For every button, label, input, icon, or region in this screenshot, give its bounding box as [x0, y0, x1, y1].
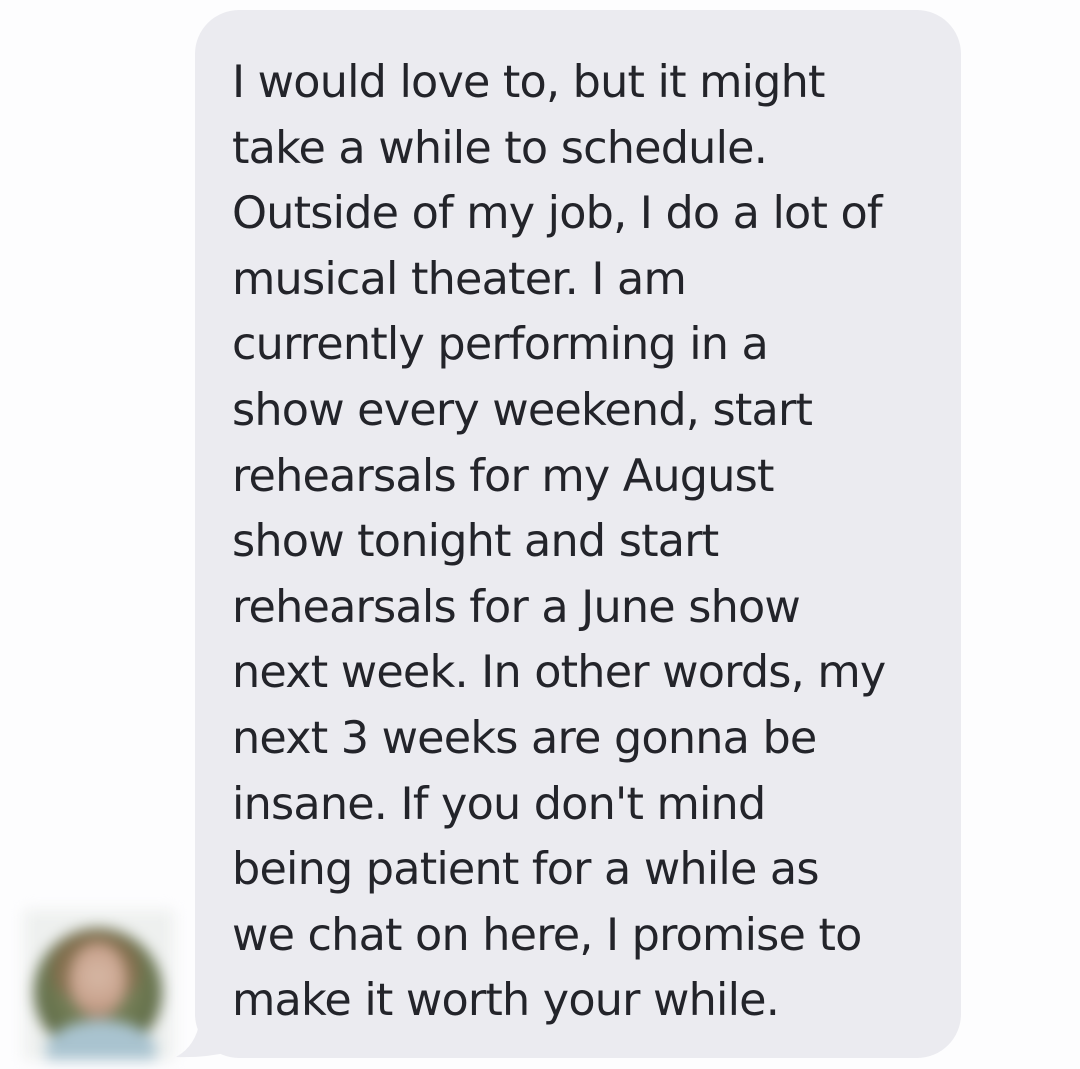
avatar-face	[69, 942, 127, 1018]
sender-avatar[interactable]	[24, 910, 174, 1060]
message-text: I would love to, but it might take a whi…	[232, 57, 886, 1027]
message-thread: I would love to, but it might take a whi…	[0, 0, 1080, 1069]
message-bubble[interactable]: I would love to, but it might take a whi…	[195, 10, 961, 1058]
